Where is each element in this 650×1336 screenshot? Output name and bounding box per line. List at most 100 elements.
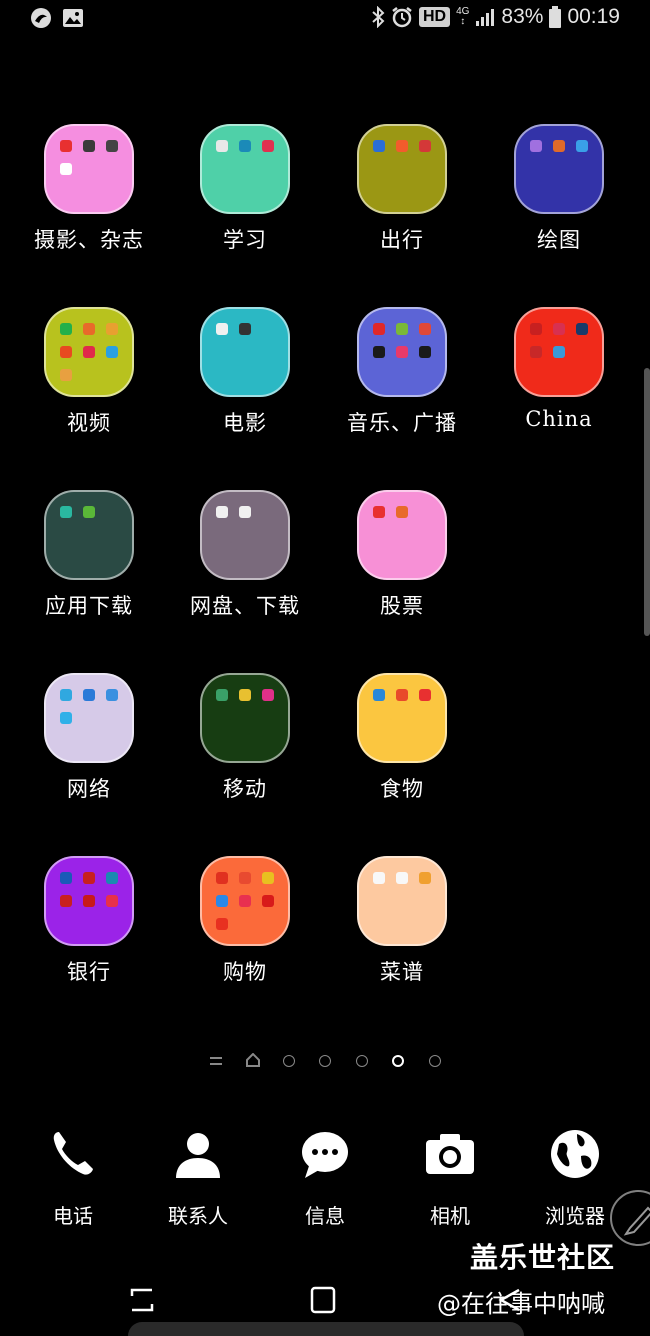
globe-icon[interactable]	[547, 1126, 603, 1182]
mini-app-icon	[239, 506, 251, 518]
folder-6[interactable]: 音乐、广播	[327, 307, 477, 477]
back-button[interactable]	[495, 1286, 523, 1314]
folder-label: 购物	[223, 960, 267, 984]
folder-label: 银行	[67, 960, 111, 984]
home-button[interactable]	[310, 1286, 336, 1314]
mini-app-icon	[530, 346, 542, 358]
folder-5[interactable]: 电影	[170, 307, 320, 477]
folder-icon[interactable]	[44, 673, 134, 763]
mini-app-icon	[60, 346, 72, 358]
folder-14[interactable]: 银行	[14, 856, 164, 1026]
network-type: 4G ↕	[456, 6, 470, 27]
folder-icon[interactable]	[200, 856, 290, 946]
folder-label: 摄影、杂志	[34, 228, 144, 252]
mini-app-icon	[262, 140, 274, 152]
dock-app-2[interactable]: 信息	[270, 1120, 380, 1230]
page-dot[interactable]	[392, 1055, 404, 1067]
mini-app-icon	[262, 895, 274, 907]
folder-icon[interactable]	[357, 307, 447, 397]
mini-app-icon	[216, 323, 228, 335]
contact-icon[interactable]	[170, 1126, 226, 1182]
folder-10[interactable]: 股票	[327, 490, 477, 660]
folder-label: 视频	[67, 411, 111, 435]
mini-app-icon	[576, 140, 588, 152]
page-indicator[interactable]	[0, 1052, 650, 1072]
gesture-handle[interactable]	[128, 1322, 524, 1336]
folder-label: 网络	[67, 777, 111, 801]
folder-label: 食物	[380, 777, 424, 801]
folder-2[interactable]: 出行	[327, 124, 477, 294]
status-bar: HD 4G ↕ 83% 00:19	[0, 0, 650, 40]
mini-app-icon	[419, 323, 431, 335]
folder-label: 股票	[380, 594, 424, 618]
folder-label: 菜谱	[380, 960, 424, 984]
folder-12[interactable]: 移动	[170, 673, 320, 843]
mini-app-icon	[373, 140, 385, 152]
folder-icon[interactable]	[44, 856, 134, 946]
folder-icon[interactable]	[357, 856, 447, 946]
folder-icon[interactable]	[200, 307, 290, 397]
home-page-indicator[interactable]	[246, 1053, 260, 1067]
page-dot[interactable]	[429, 1055, 441, 1067]
mini-app-icon	[83, 689, 95, 701]
folder-icon[interactable]	[200, 673, 290, 763]
mini-app-icon	[83, 323, 95, 335]
mini-app-icon	[216, 872, 228, 884]
alarm-icon	[392, 7, 412, 28]
phone-icon[interactable]	[45, 1126, 101, 1182]
mini-app-icon	[83, 506, 95, 518]
mini-app-icon	[373, 872, 385, 884]
folder-4[interactable]: 视频	[14, 307, 164, 477]
mini-app-icon	[373, 346, 385, 358]
mini-app-icon	[60, 323, 72, 335]
dock-app-0[interactable]: 电话	[18, 1120, 128, 1230]
folder-13[interactable]: 食物	[327, 673, 477, 843]
signal-icon	[476, 9, 495, 26]
mini-app-icon	[60, 872, 72, 884]
dock-label: 相机	[430, 1204, 470, 1228]
folder-icon[interactable]	[514, 124, 604, 214]
folder-icon[interactable]	[357, 490, 447, 580]
mini-app-icon	[83, 872, 95, 884]
battery-icon	[549, 6, 562, 28]
page-dot[interactable]	[283, 1055, 295, 1067]
folder-label: 出行	[380, 228, 424, 252]
watermark-title: 盖乐世社区	[470, 1241, 616, 1274]
folder-icon[interactable]	[200, 490, 290, 580]
folder-icon[interactable]	[200, 124, 290, 214]
folder-icon[interactable]	[44, 490, 134, 580]
mini-app-icon	[106, 895, 118, 907]
recent-apps-button[interactable]	[128, 1286, 156, 1314]
folder-7[interactable]: China	[484, 307, 634, 477]
dock-app-3[interactable]: 相机	[395, 1120, 505, 1230]
mini-app-icon	[419, 140, 431, 152]
mini-app-icon	[553, 346, 565, 358]
mini-app-icon	[419, 346, 431, 358]
mini-app-icon	[83, 140, 95, 152]
mini-app-icon	[262, 872, 274, 884]
mini-app-icon	[530, 140, 542, 152]
folder-0[interactable]: 摄影、杂志	[14, 124, 164, 294]
briefing-page-indicator[interactable]	[210, 1057, 222, 1065]
folder-9[interactable]: 网盘、下载	[170, 490, 320, 660]
folder-8[interactable]: 应用下载	[14, 490, 164, 660]
pen-icon[interactable]	[610, 1190, 650, 1246]
mini-app-icon	[106, 323, 118, 335]
message-icon[interactable]	[297, 1126, 353, 1182]
folder-icon[interactable]	[357, 673, 447, 763]
camera-icon[interactable]	[422, 1126, 478, 1182]
folder-icon[interactable]	[514, 307, 604, 397]
folder-1[interactable]: 学习	[170, 124, 320, 294]
mini-app-icon	[553, 323, 565, 335]
dock-app-1[interactable]: 联系人	[143, 1120, 253, 1230]
folder-11[interactable]: 网络	[14, 673, 164, 843]
mini-app-icon	[396, 689, 408, 701]
folder-icon[interactable]	[44, 307, 134, 397]
folder-3[interactable]: 绘图	[484, 124, 634, 294]
page-dot[interactable]	[356, 1055, 368, 1067]
page-dot[interactable]	[319, 1055, 331, 1067]
folder-16[interactable]: 菜谱	[327, 856, 477, 1026]
folder-icon[interactable]	[44, 124, 134, 214]
folder-icon[interactable]	[357, 124, 447, 214]
folder-15[interactable]: 购物	[170, 856, 320, 1026]
